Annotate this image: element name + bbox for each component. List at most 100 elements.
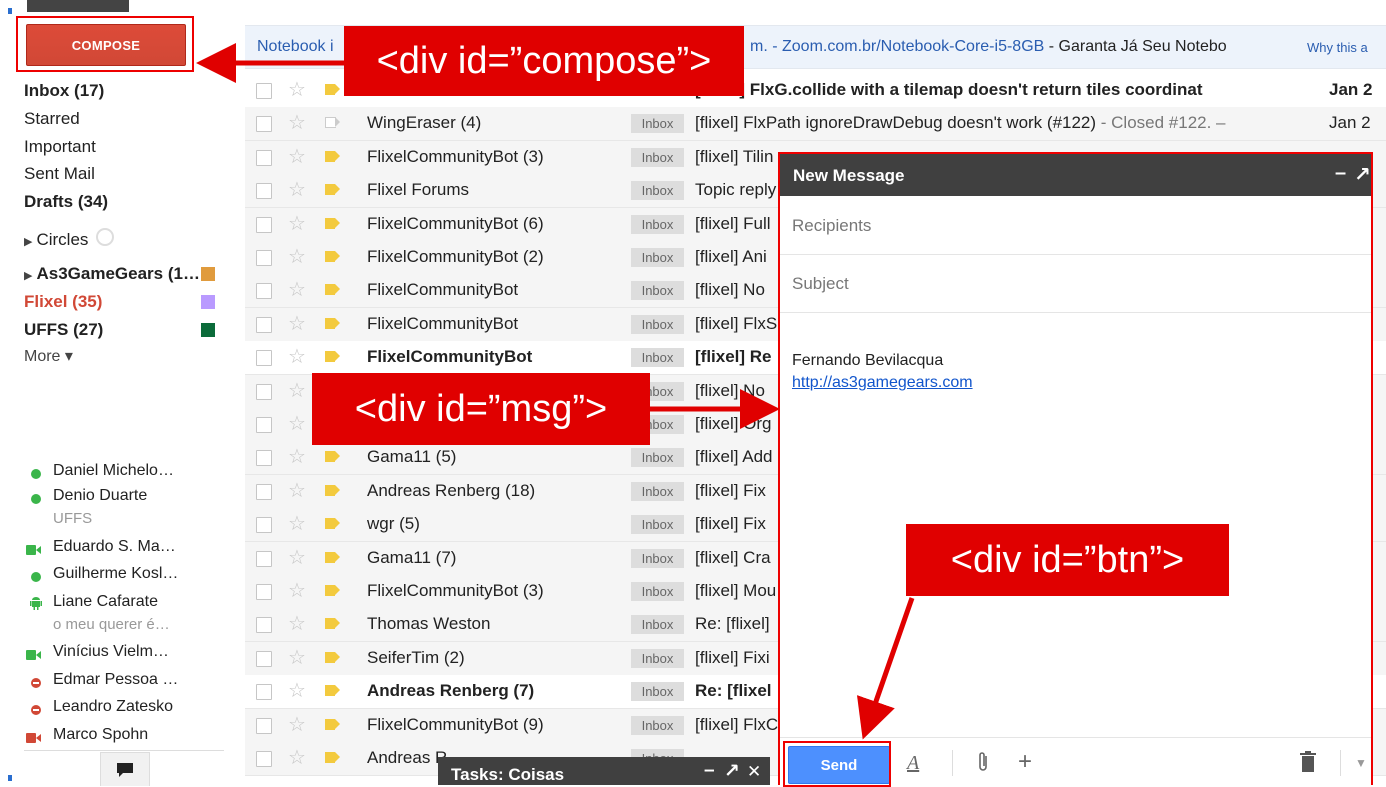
minimize-icon[interactable]: – bbox=[704, 760, 715, 782]
importance-marker-icon[interactable] bbox=[325, 518, 340, 530]
inbox-label-tag[interactable]: Inbox bbox=[631, 281, 684, 301]
star-icon[interactable]: ☆ bbox=[288, 612, 306, 636]
importance-marker-icon[interactable] bbox=[325, 284, 340, 296]
importance-marker-icon[interactable] bbox=[325, 251, 340, 262]
ad-url[interactable]: m. - Zoom.com.br/Notebook-Core-i5-8GB bbox=[750, 38, 1044, 55]
importance-marker-icon[interactable] bbox=[325, 217, 340, 229]
inbox-label-tag[interactable]: Inbox bbox=[631, 548, 684, 568]
star-icon[interactable]: ☆ bbox=[288, 445, 306, 469]
importance-marker-icon[interactable] bbox=[325, 752, 340, 763]
chat-contact[interactable]: Guilherme Kosl… bbox=[53, 565, 178, 583]
label-color-swatch[interactable] bbox=[201, 323, 215, 337]
importance-marker-icon[interactable] bbox=[325, 84, 340, 95]
more-options-plus-icon[interactable]: + bbox=[1018, 748, 1032, 776]
chevron-down-icon[interactable]: ▼ bbox=[1355, 756, 1367, 770]
star-icon[interactable]: ☆ bbox=[288, 345, 306, 369]
label-item[interactable]: Flixel (35) bbox=[24, 292, 102, 312]
select-checkbox[interactable] bbox=[256, 650, 272, 667]
ad-why-link[interactable]: Why this a bbox=[1307, 40, 1368, 55]
star-icon[interactable]: ☆ bbox=[288, 479, 306, 503]
subject-input[interactable]: Subject bbox=[792, 274, 849, 294]
label-item[interactable]: UFFS (27) bbox=[24, 320, 103, 340]
popout-icon[interactable]: ↗ bbox=[724, 760, 740, 783]
chat-contact[interactable]: Daniel Michelo… bbox=[53, 462, 174, 480]
inbox-label-tag[interactable]: Inbox bbox=[631, 715, 684, 735]
inbox-label-tag[interactable]: Inbox bbox=[631, 314, 684, 334]
inbox-label-tag[interactable]: Inbox bbox=[631, 248, 684, 267]
select-checkbox[interactable] bbox=[256, 517, 272, 534]
tasks-window[interactable]: Tasks: Coisas – ↗ ✕ bbox=[438, 757, 770, 785]
trash-icon[interactable] bbox=[1299, 751, 1317, 773]
star-icon[interactable]: ☆ bbox=[288, 312, 306, 336]
inbox-label-tag[interactable]: Inbox bbox=[631, 481, 684, 501]
inbox-label-tag[interactable]: Inbox bbox=[631, 515, 684, 535]
select-checkbox[interactable] bbox=[256, 483, 272, 500]
inbox-label-tag[interactable]: Inbox bbox=[631, 582, 684, 601]
inbox-label-tag[interactable]: Inbox bbox=[631, 181, 684, 201]
expand-triangle-icon[interactable]: ▶ bbox=[24, 236, 32, 248]
star-icon[interactable]: ☆ bbox=[288, 546, 306, 570]
label-color-swatch[interactable] bbox=[201, 267, 215, 281]
chat-contact[interactable]: Leandro Zatesko bbox=[53, 698, 173, 716]
more-link[interactable]: More ▾ bbox=[24, 346, 73, 366]
star-icon[interactable]: ☆ bbox=[288, 579, 306, 603]
importance-marker-icon[interactable] bbox=[325, 585, 340, 596]
select-checkbox[interactable] bbox=[256, 550, 272, 567]
select-checkbox[interactable] bbox=[256, 450, 272, 467]
star-icon[interactable]: ☆ bbox=[288, 212, 306, 236]
select-checkbox[interactable] bbox=[256, 183, 272, 200]
importance-marker-icon[interactable] bbox=[325, 484, 340, 496]
inbox-label-tag[interactable]: Inbox bbox=[631, 648, 684, 668]
popout-icon[interactable]: ↗ bbox=[1354, 162, 1371, 187]
formatting-icon[interactable]: A bbox=[907, 752, 919, 775]
inbox-label-tag[interactable]: Inbox bbox=[631, 214, 684, 234]
importance-marker-icon[interactable] bbox=[325, 618, 340, 630]
ad-link-part1[interactable]: Notebook i bbox=[257, 38, 334, 56]
star-icon[interactable]: ☆ bbox=[288, 111, 306, 135]
recipients-input[interactable]: Recipients bbox=[792, 216, 871, 236]
chat-contact[interactable]: Eduardo S. Ma… bbox=[53, 538, 176, 556]
select-checkbox[interactable] bbox=[256, 250, 272, 266]
select-checkbox[interactable] bbox=[256, 283, 272, 300]
star-icon[interactable]: ☆ bbox=[288, 412, 306, 436]
close-icon[interactable]: ✕ bbox=[747, 762, 761, 782]
star-icon[interactable]: ☆ bbox=[288, 78, 306, 102]
select-checkbox[interactable] bbox=[256, 584, 272, 600]
star-icon[interactable]: ☆ bbox=[288, 512, 306, 536]
importance-marker-icon[interactable] bbox=[325, 551, 340, 563]
nav-item[interactable]: Important bbox=[24, 137, 96, 157]
select-checkbox[interactable] bbox=[256, 751, 272, 767]
nav-item[interactable]: Sent Mail bbox=[24, 164, 95, 184]
select-checkbox[interactable] bbox=[256, 83, 272, 99]
compose-header[interactable]: New Message – ↗ bbox=[780, 154, 1371, 196]
chat-contact[interactable]: Vinícius Vielm… bbox=[53, 643, 169, 661]
importance-marker-icon[interactable] bbox=[325, 451, 340, 463]
select-checkbox[interactable] bbox=[256, 417, 272, 433]
importance-marker-icon[interactable] bbox=[325, 351, 340, 363]
importance-marker-icon[interactable] bbox=[325, 117, 340, 129]
select-checkbox[interactable] bbox=[256, 684, 272, 701]
label-color-swatch[interactable] bbox=[201, 295, 215, 309]
importance-marker-icon[interactable] bbox=[325, 651, 340, 663]
chat-contact[interactable]: Denio Duarte bbox=[53, 487, 147, 505]
minimize-icon[interactable]: – bbox=[1335, 162, 1346, 185]
select-checkbox[interactable] bbox=[256, 717, 272, 734]
star-icon[interactable]: ☆ bbox=[288, 245, 306, 269]
email-row[interactable]: ☆ WingEraser (4) Inbox [flixel] FlxPath ign… bbox=[245, 107, 1386, 142]
importance-marker-icon[interactable] bbox=[325, 718, 340, 730]
chat-contact[interactable]: Edmar Pessoa … bbox=[53, 671, 178, 689]
star-icon[interactable]: ☆ bbox=[288, 178, 306, 202]
star-icon[interactable]: ☆ bbox=[288, 278, 306, 302]
expand-triangle-icon[interactable]: ▶ bbox=[24, 270, 32, 282]
star-icon[interactable]: ☆ bbox=[288, 713, 306, 737]
star-icon[interactable]: ☆ bbox=[288, 379, 306, 403]
chat-contact[interactable]: Marco Spohn bbox=[53, 726, 148, 744]
inbox-label-tag[interactable]: Inbox bbox=[631, 615, 684, 635]
nav-item[interactable]: Inbox (17) bbox=[24, 81, 104, 101]
importance-marker-icon[interactable] bbox=[325, 685, 340, 697]
importance-marker-icon[interactable] bbox=[325, 317, 340, 329]
nav-item[interactable]: Starred bbox=[24, 109, 80, 129]
star-icon[interactable]: ☆ bbox=[288, 145, 306, 169]
select-checkbox[interactable] bbox=[256, 350, 272, 367]
chat-bubble-button[interactable] bbox=[100, 752, 150, 786]
